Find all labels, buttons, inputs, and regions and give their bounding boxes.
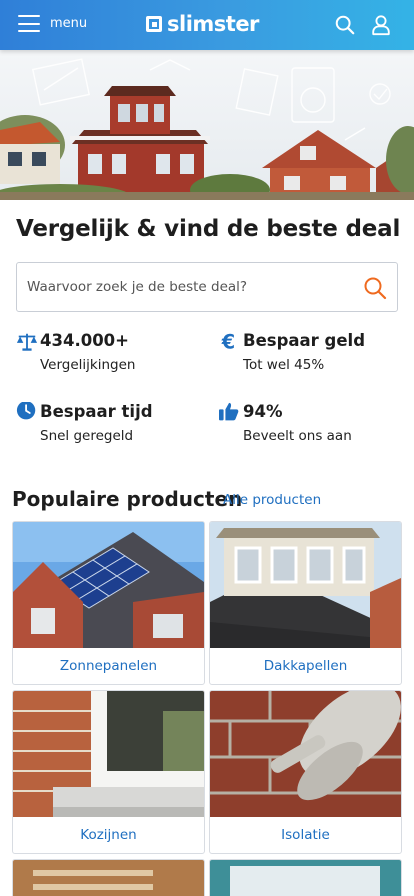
popular-products-title: Populaire producten [12,487,243,511]
user-icon[interactable] [370,14,392,36]
product-image [210,691,401,817]
svg-text:€: € [221,331,235,353]
product-card-dakkapellen[interactable]: Dakkapellen [209,521,402,685]
product-label: Kozijnen [80,827,137,843]
clock-icon [16,402,36,420]
usp-title: 434.000+ [40,331,129,350]
menu-button[interactable]: menu [18,15,87,32]
product-image [210,860,401,896]
search-bar [16,262,398,312]
usp-subtitle: Tot wel 45% [243,357,325,373]
usp-title: Bespaar geld [243,331,366,350]
logo-mark-icon [146,16,162,32]
usp-title: 94% [243,402,283,421]
usp-title: Bespaar tijd [40,402,153,421]
hero-illustration [0,50,414,200]
usp-subtitle: Vergelijkingen [40,357,136,373]
page-title: Vergelijk & vind de beste deal [16,216,401,242]
euro-icon: € [221,331,235,353]
product-card-zonnepanelen[interactable]: Zonnepanelen [12,521,205,685]
all-products-link[interactable]: Alle producten [223,492,321,508]
product-image [13,860,204,896]
scale-icon [16,333,38,351]
usp-subtitle: Snel geregeld [40,428,134,444]
product-card-kozijnen[interactable]: Kozijnen [12,690,205,854]
product-image [13,522,204,648]
thumbs-up-icon [219,402,239,421]
logo[interactable]: slimster [146,13,259,35]
menu-label: menu [50,16,88,31]
product-card-isolatie[interactable]: Isolatie [209,690,402,854]
product-label: Isolatie [281,827,330,843]
product-image [210,522,401,648]
logo-text: slimster [167,12,259,36]
search-icon[interactable] [334,14,356,36]
product-image [13,691,204,817]
app-header: menu slimster [0,0,414,50]
search-input[interactable] [17,263,347,311]
product-card-partial[interactable] [12,859,205,896]
hero-banner [0,50,414,200]
search-submit-icon[interactable] [363,276,387,300]
product-label: Zonnepanelen [59,658,158,674]
hamburger-icon [18,15,40,32]
product-card-partial[interactable] [209,859,402,896]
product-label: Dakkapellen [263,658,348,674]
usp-subtitle: Beveelt ons aan [243,428,352,444]
